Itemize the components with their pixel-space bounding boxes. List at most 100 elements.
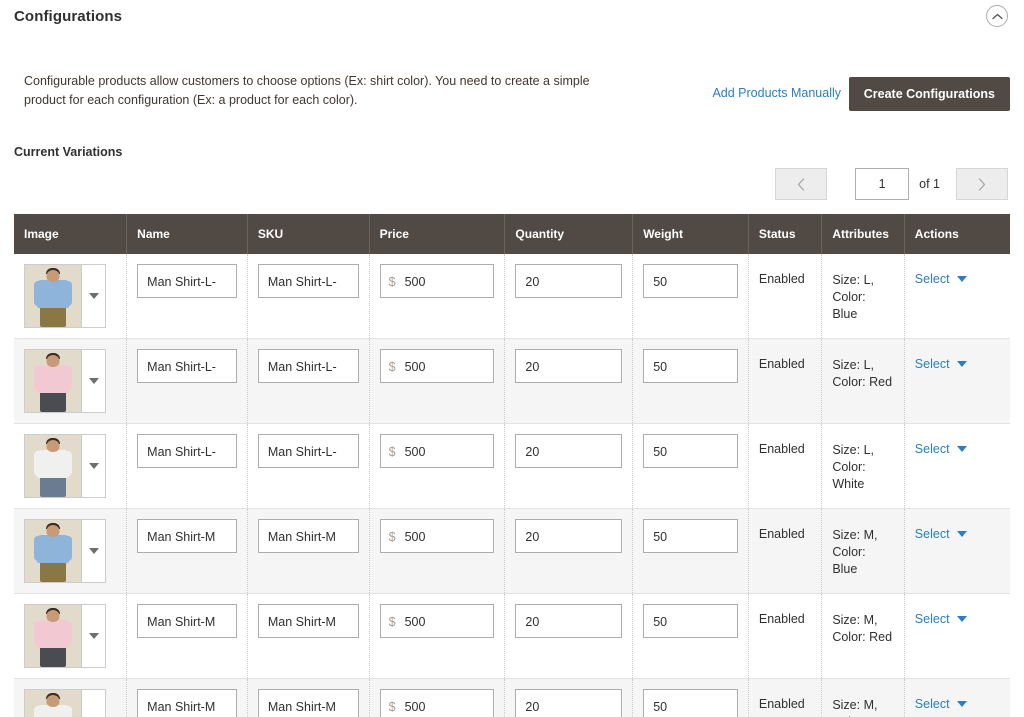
cell-price: $500 (369, 423, 506, 509)
table-row: Man Shirt-L- Man Shirt-L- $500 20 50 Enabled S… (14, 423, 1010, 509)
cell-name: Man Shirt-M (126, 508, 248, 594)
cell-status: Enabled (748, 423, 823, 509)
thumbnail-selector[interactable] (24, 264, 106, 328)
chevron-left-icon[interactable] (775, 168, 828, 200)
weight-input[interactable]: 50 (643, 264, 738, 298)
price-input[interactable]: $500 (379, 264, 495, 298)
page-total-label: of 1 (919, 177, 940, 191)
cell-sku: Man Shirt-L- (247, 338, 370, 424)
price-input[interactable]: $500 (379, 689, 495, 717)
add-products-manually-link[interactable]: Add Products Manually (712, 86, 841, 100)
row-actions-select[interactable]: Select (915, 264, 1000, 286)
row-actions-select[interactable]: Select (915, 519, 1000, 541)
column-header-attributes: Attributes (821, 214, 905, 254)
name-value: Man Shirt-M (147, 615, 216, 629)
cell-sku: Man Shirt-M (247, 678, 370, 717)
price-input[interactable]: $500 (379, 519, 495, 553)
name-input[interactable]: Man Shirt-L- (137, 349, 237, 383)
sku-input[interactable]: Man Shirt-L- (257, 434, 359, 468)
select-label: Select (914, 357, 950, 371)
quantity-input[interactable]: 20 (515, 604, 623, 638)
weight-input[interactable]: 50 (643, 604, 738, 638)
page-number-input[interactable] (855, 168, 910, 200)
thumbnail-dropdown-toggle[interactable] (81, 690, 105, 717)
status-badge: Enabled (758, 527, 805, 541)
sku-input[interactable]: Man Shirt-M (257, 604, 359, 638)
man-shirt-blue-thumbnail (25, 265, 81, 327)
attributes-value: Size: L, Color: Blue (832, 273, 874, 321)
cell-sku: Man Shirt-M (247, 508, 370, 594)
thumbnail-dropdown-toggle[interactable] (81, 605, 105, 667)
thumbnail-dropdown-toggle[interactable] (81, 265, 105, 327)
weight-input[interactable]: 50 (643, 349, 738, 383)
thumbnail-dropdown-toggle[interactable] (81, 520, 105, 582)
thumbnail-selector[interactable] (24, 519, 106, 583)
row-actions-select[interactable]: Select (915, 434, 1000, 456)
thumbnail-selector[interactable] (24, 349, 106, 413)
cell-status: Enabled (748, 678, 823, 717)
quantity-value: 20 (525, 445, 540, 459)
weight-input[interactable]: 50 (643, 689, 738, 717)
price-input[interactable]: $500 (379, 434, 495, 468)
cell-name: Man Shirt-L- (126, 254, 248, 339)
caret-down-icon (88, 548, 99, 554)
quantity-input[interactable]: 20 (515, 349, 623, 383)
sku-value: Man Shirt-M (267, 700, 336, 714)
caret-down-icon (88, 378, 99, 384)
name-value: Man Shirt-M (147, 700, 216, 714)
row-actions-select[interactable]: Select (915, 604, 1000, 626)
chevron-right-icon[interactable] (956, 168, 1008, 200)
thumbnail-dropdown-toggle[interactable] (81, 435, 105, 497)
chevron-left-glyph (797, 177, 805, 191)
table-body: Man Shirt-L- Man Shirt-L- $500 20 50 Enabled S… (14, 254, 1010, 717)
sku-input[interactable]: Man Shirt-L- (257, 264, 359, 298)
name-input[interactable]: Man Shirt-M (137, 519, 237, 553)
sku-value: Man Shirt-L- (267, 360, 337, 374)
currency-symbol: $ (388, 445, 396, 459)
select-label: Select (914, 697, 950, 711)
thumbnail-dropdown-toggle[interactable] (81, 350, 105, 412)
attributes-value: Size: M, Color: Red (832, 613, 893, 644)
table-row: Man Shirt-M Man Shirt-M $500 20 50 Enabled Siz… (14, 678, 1010, 717)
column-header-status: Status (748, 214, 823, 254)
configurations-description: Configurable products allow customers to… (24, 74, 590, 107)
cell-price: $500 (369, 254, 506, 339)
weight-input[interactable]: 50 (643, 519, 738, 553)
name-input[interactable]: Man Shirt-L- (137, 264, 237, 298)
sku-value: Man Shirt-M (267, 615, 336, 629)
quantity-input[interactable]: 20 (515, 519, 623, 553)
cell-actions: Select (904, 338, 1010, 424)
status-badge: Enabled (758, 697, 805, 711)
create-configurations-button[interactable]: Create Configurations (848, 77, 1010, 111)
quantity-input[interactable]: 20 (515, 434, 623, 468)
cell-name: Man Shirt-M (126, 593, 248, 679)
sku-input[interactable]: Man Shirt-L- (257, 349, 359, 383)
quantity-input[interactable]: 20 (515, 689, 623, 717)
price-input[interactable]: $500 (379, 604, 495, 638)
chevron-up-circle-icon[interactable] (986, 5, 1008, 27)
man-shirt-red-thumbnail (25, 350, 81, 412)
cell-name: Man Shirt-L- (126, 423, 248, 509)
cell-status: Enabled (748, 593, 823, 679)
weight-value: 50 (653, 700, 668, 714)
sku-input[interactable]: Man Shirt-M (257, 519, 359, 553)
cell-actions: Select (904, 678, 1010, 717)
thumbnail-selector[interactable] (24, 604, 106, 668)
row-actions-select[interactable]: Select (915, 689, 1000, 711)
name-input[interactable]: Man Shirt-M (137, 689, 237, 717)
cell-attributes: Size: M, Color: White (821, 678, 905, 717)
row-actions-select[interactable]: Select (915, 349, 1000, 371)
thumbnail-selector[interactable] (24, 689, 106, 717)
thumbnail-selector[interactable] (24, 434, 106, 498)
price-value: 500 (404, 360, 426, 374)
chevron-down-icon (956, 361, 967, 367)
select-label: Select (914, 272, 950, 286)
chevron-down-icon (956, 276, 967, 282)
name-input[interactable]: Man Shirt-L- (137, 434, 237, 468)
sku-input[interactable]: Man Shirt-M (257, 689, 359, 717)
name-input[interactable]: Man Shirt-M (137, 604, 237, 638)
price-input[interactable]: $500 (379, 349, 495, 383)
weight-input[interactable]: 50 (643, 434, 738, 468)
caret-down-icon (88, 293, 99, 299)
quantity-input[interactable]: 20 (515, 264, 623, 298)
